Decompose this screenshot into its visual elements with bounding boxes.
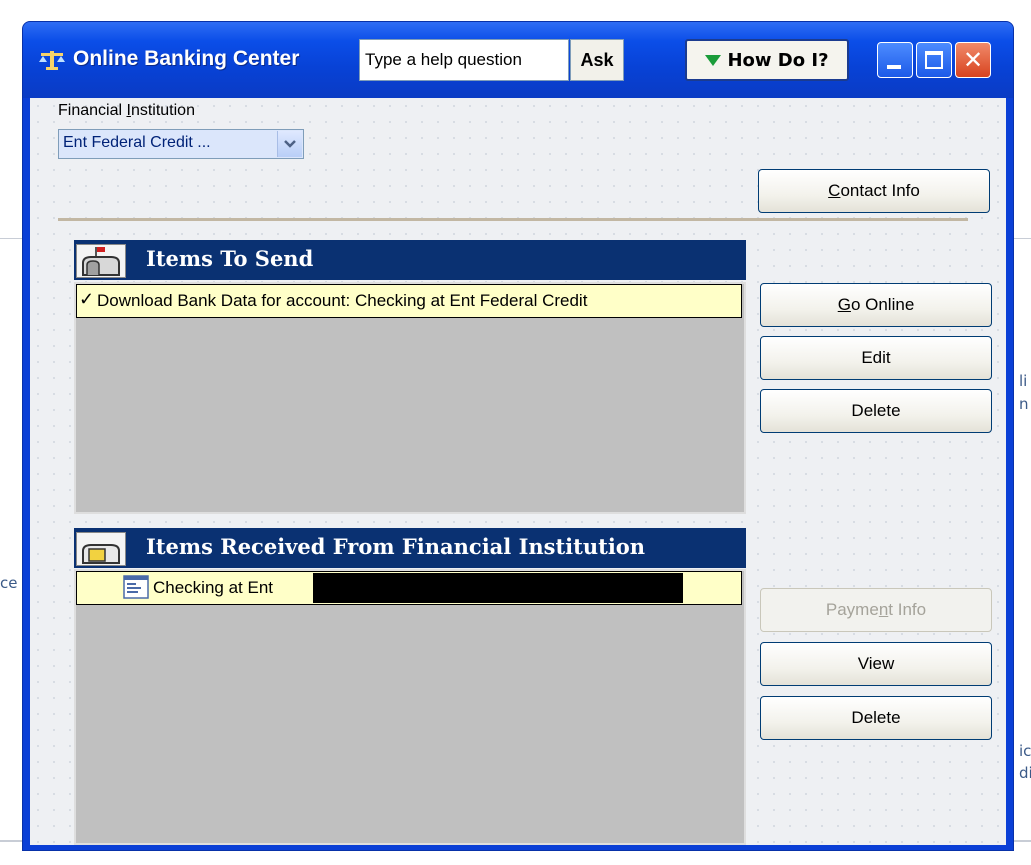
open-mailbox-icon [76, 532, 126, 566]
financial-institution-select[interactable]: Ent Federal Credit ... [58, 129, 304, 159]
redacted-region [313, 573, 683, 603]
background-text-fragment: ce [0, 574, 18, 592]
maximize-button[interactable] [916, 42, 952, 78]
close-icon: ✕ [962, 46, 984, 74]
online-banking-window: Online Banking Center Ask How Do I? ✕ Fi… [22, 21, 1014, 851]
background-text-fragment: ic [1019, 742, 1031, 760]
chevron-down-icon[interactable] [277, 131, 302, 157]
items-received-header: Items Received From Financial Institutio… [74, 528, 746, 568]
list-item[interactable]: ✓ Download Bank Data for account: Checki… [76, 284, 742, 318]
items-to-send-list[interactable]: ✓ Download Bank Data for account: Checki… [74, 282, 746, 514]
close-button[interactable]: ✕ [955, 42, 991, 78]
window-title: Online Banking Center [73, 47, 300, 70]
checkmark-icon: ✓ [79, 289, 95, 309]
help-question-input[interactable] [359, 39, 569, 81]
maximize-icon [925, 51, 943, 69]
list-item-text: Download Bank Data for account: Checking… [97, 291, 588, 310]
minimize-icon [887, 65, 901, 69]
delete-received-item-button[interactable]: Delete [760, 696, 992, 740]
minimize-button[interactable] [877, 42, 913, 78]
contact-info-button[interactable]: Contact Info [758, 169, 990, 213]
statement-icon [123, 575, 149, 599]
financial-institution-label: Financial Institution [58, 102, 195, 119]
title-bar[interactable]: Online Banking Center Ask How Do I? ✕ [23, 22, 1013, 98]
go-online-button[interactable]: Go Online [760, 283, 992, 327]
list-item-text: Checking at Ent [153, 578, 274, 597]
window-client-area: Financial Institution Ent Federal Credit… [30, 98, 1006, 845]
delete-send-item-button[interactable]: Delete [760, 389, 992, 433]
items-to-send-title: Items To Send [146, 246, 314, 271]
view-button[interactable]: View [760, 642, 992, 686]
background-text-fragment: di [1019, 764, 1031, 782]
ask-button[interactable]: Ask [570, 39, 624, 81]
list-item[interactable]: Checking at Ent [76, 571, 742, 605]
items-to-send-header: Items To Send [74, 240, 746, 280]
edit-button[interactable]: Edit [760, 336, 992, 380]
bank-scales-icon [39, 51, 65, 70]
how-do-i-label: How Do I? [727, 49, 829, 71]
background-text-fragment: n [1019, 395, 1029, 413]
items-received-list[interactable]: Checking at Ent [74, 569, 746, 845]
dropdown-triangle-icon [705, 54, 722, 66]
financial-institution-value: Ent Federal Credit ... [63, 134, 211, 151]
how-do-i-button[interactable]: How Do I? [685, 39, 849, 81]
mailbox-icon [76, 244, 126, 278]
section-divider [58, 218, 968, 221]
background-text-fragment: li [1019, 372, 1028, 390]
payment-info-button[interactable]: Payme n t Info [760, 588, 992, 632]
items-received-title: Items Received From Financial Institutio… [146, 534, 646, 559]
